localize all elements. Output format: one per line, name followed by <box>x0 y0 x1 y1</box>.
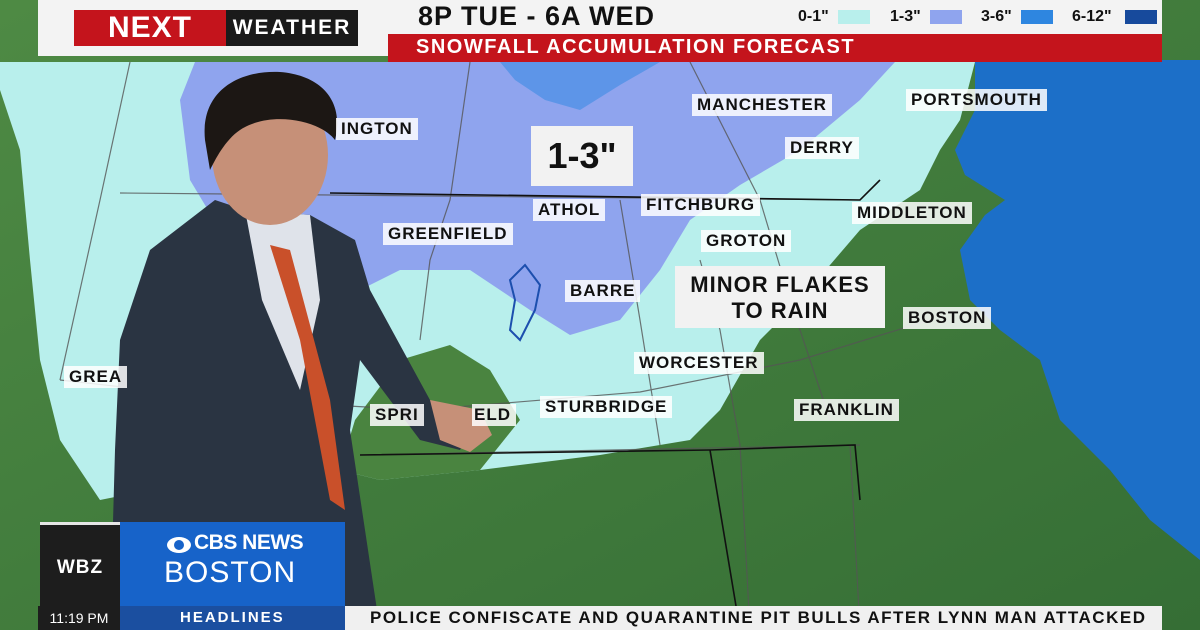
city-label-greenfield: GREENFIELD <box>383 223 513 245</box>
legend-label-0-1: 0-1" <box>798 8 829 25</box>
city-label-derry: DERRY <box>785 137 859 159</box>
forecast-time-range: 8P TUE - 6A WED <box>418 1 656 31</box>
city-label-manchester: MANCHESTER <box>692 94 832 116</box>
city-label-barre: BARRE <box>565 280 641 302</box>
legend-swatch-3-6 <box>1021 10 1053 24</box>
city-label-athol: ATHOL <box>533 199 606 221</box>
precip-callout: MINOR FLAKES TO RAIN <box>675 266 885 328</box>
legend-label-3-6: 3-6" <box>981 8 1012 25</box>
legend-label-6-12: 6-12" <box>1072 8 1112 25</box>
network-city: BOSTON <box>164 556 297 589</box>
city-label-bennington: INGTON <box>336 118 418 140</box>
city-label-middleton: MIDDLETON <box>852 202 972 224</box>
city-label-springfield-end: ELD <box>472 404 516 426</box>
forecast-subtitle: SNOWFALL ACCUMULATION FORECAST <box>416 36 856 58</box>
city-label-fitchburg: FITCHBURG <box>641 194 761 216</box>
precip-callout-line2: TO RAIN <box>731 298 829 323</box>
city-label-boston: BOSTON <box>903 307 992 329</box>
forecast-header: 8P TUE - 6A WED 0-1" 1-3" 3-6" 6-12" <box>388 0 1162 34</box>
city-label-great-barrington: GREA <box>64 366 128 388</box>
city-label-worcester: WORCESTER <box>634 352 764 374</box>
cbs-news-boston-logo: CBS NEWS BOSTON <box>120 522 345 608</box>
legend-swatch-6-12 <box>1125 10 1157 24</box>
city-label-portsmouth: PORTSMOUTH <box>906 89 1047 111</box>
ticker-headline: POLICE CONFISCATE AND QUARANTINE PIT BUL… <box>370 608 1147 627</box>
ticker-section: HEADLINES <box>120 606 345 630</box>
city-label-franklin: FRANKLIN <box>794 399 899 421</box>
ticker-clock: 11:19 PM <box>38 606 120 630</box>
forecast-subtitle-bar: SNOWFALL ACCUMULATION FORECAST <box>388 34 1162 62</box>
city-label-groton: GROTON <box>701 230 792 252</box>
city-label-sturbridge: STURBRIDGE <box>540 396 673 418</box>
next-logo-text: NEXT <box>74 10 226 46</box>
legend-swatch-0-1 <box>838 10 870 24</box>
station-logo: WBZ <box>40 522 120 608</box>
legend-label-1-3: 1-3" <box>890 8 921 25</box>
cbs-eye-icon <box>167 537 191 553</box>
next-weather-logo: NEXT WEATHER <box>38 0 388 56</box>
legend-swatch-1-3 <box>930 10 962 24</box>
precip-callout-line1: MINOR FLAKES <box>690 272 870 297</box>
weather-logo-text: WEATHER <box>226 10 358 46</box>
news-ticker: 11:19 PM HEADLINES POLICE CONFISCATE AND… <box>38 606 1162 630</box>
network-name: CBS NEWS <box>194 531 304 554</box>
city-label-springfield: SPRI <box>370 404 424 426</box>
accumulation-callout: 1-3" <box>531 126 633 186</box>
